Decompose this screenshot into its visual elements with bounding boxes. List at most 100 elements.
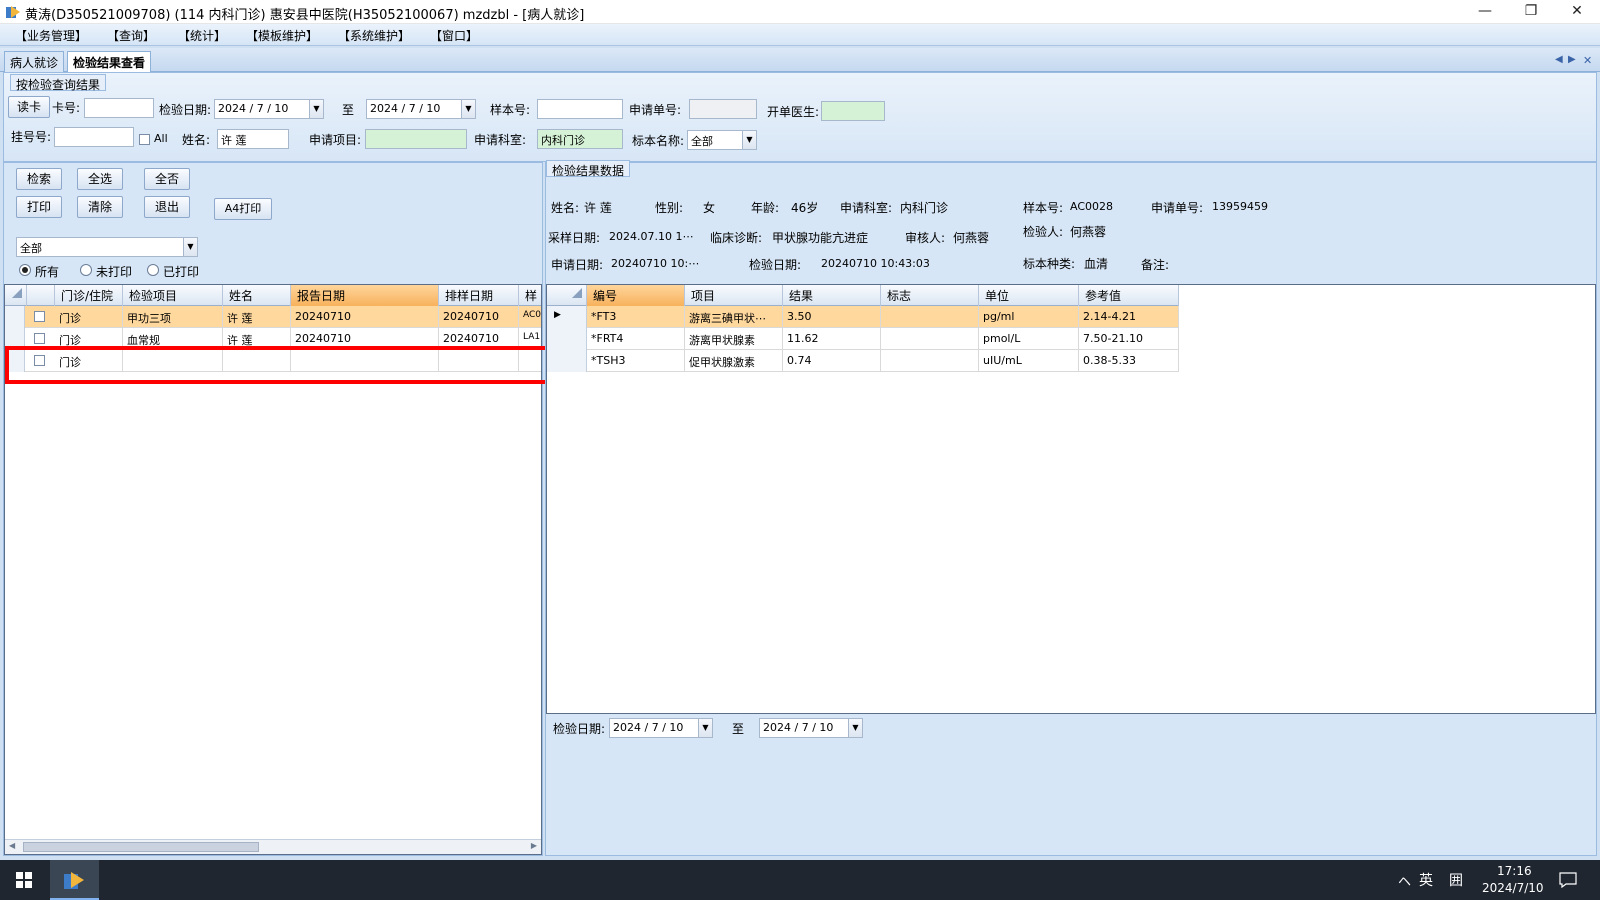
info-apply-label: 申请单号: (1151, 201, 1204, 215)
info-reviewer: 何燕蓉 (953, 231, 990, 245)
col-report-date[interactable]: 报告日期 (291, 285, 439, 306)
bottom-date-from-picker[interactable]: 2024 / 7 / 10 ▼ (609, 718, 713, 738)
select-none-button[interactable]: 全否 (144, 168, 190, 190)
minimize-button[interactable]: — (1462, 0, 1508, 24)
bottom-date-to-picker[interactable]: 2024 / 7 / 10 ▼ (759, 718, 863, 738)
col-test-item[interactable]: 检验项目 (123, 285, 223, 306)
col-flag[interactable]: 标志 (881, 285, 979, 306)
info-collect-label: 采样日期: (548, 231, 601, 245)
apply-no-input[interactable] (689, 99, 757, 119)
clear-button[interactable]: 清除 (77, 196, 123, 218)
menu-template[interactable]: 【模板维护】 (246, 27, 318, 44)
scroll-right-icon[interactable]: ▶ (531, 841, 537, 850)
info-collect: 2024.07.10 1⋯ (609, 230, 694, 243)
a4-print-button[interactable]: A4打印 (214, 198, 272, 220)
taskbar-app-button[interactable] (50, 860, 99, 900)
menu-window[interactable]: 【窗口】 (430, 27, 478, 44)
language-indicator[interactable]: 英 (1419, 870, 1433, 890)
col-item[interactable]: 项目 (685, 285, 783, 306)
current-row-icon: ▶ (554, 310, 561, 320)
date-from-picker[interactable]: 2024 / 7 / 10 ▼ (214, 99, 324, 119)
col-code[interactable]: 编号 (587, 285, 685, 306)
tab-lab-results[interactable]: 检验结果查看 (67, 51, 152, 72)
print-button[interactable]: 打印 (16, 196, 62, 218)
scroll-left-icon[interactable]: ◀ (9, 841, 15, 850)
name-input[interactable]: 许 莲 (217, 129, 289, 149)
horizontal-scrollbar[interactable]: ◀ ▶ (5, 839, 541, 854)
specimen-select[interactable]: 全部 ▼ (687, 130, 757, 150)
sample-input[interactable] (537, 99, 623, 119)
radio-printed-label: 已打印 (163, 265, 200, 279)
col-visit-type[interactable]: 门诊/住院 (55, 285, 123, 306)
info-test-date-label: 检验日期: (749, 258, 802, 272)
col-reference[interactable]: 参考值 (1079, 285, 1179, 306)
doctor-input[interactable] (821, 101, 885, 121)
apply-no-label: 申请单号: (629, 103, 682, 117)
table-row[interactable]: *TSH3 促甲状腺激素 0.74 uIU/mL 0.38-5.33 (547, 350, 1179, 372)
chevron-down-icon[interactable]: ▼ (698, 719, 712, 737)
row-checkbox[interactable] (34, 311, 45, 322)
reg-input[interactable] (54, 127, 134, 147)
clock-date[interactable]: 2024/7/10 (1482, 881, 1544, 895)
ime-mode-icon[interactable]: 囲 (1449, 870, 1463, 890)
col-sample-date[interactable]: 排样日期 (439, 285, 519, 306)
scroll-thumb[interactable] (23, 842, 259, 852)
title-bar: 黄涛(D350521009708) (114 内科门诊) 惠安县中医院(H350… (0, 0, 1600, 24)
tab-prev-icon[interactable]: ◀ (1555, 54, 1563, 65)
info-dept: 内科门诊 (900, 201, 949, 215)
tab-patient-visit[interactable]: 病人就诊 (4, 51, 65, 72)
exit-button[interactable]: 退出 (144, 196, 190, 218)
all-label: All (154, 132, 168, 145)
tray-chevron-icon[interactable]: ヘ (1398, 871, 1411, 890)
menu-statistics[interactable]: 【统计】 (178, 27, 226, 44)
col-sample[interactable]: 样 (519, 285, 541, 306)
table-row[interactable]: *FRT4 游离甲状腺素 11.62 pmol/L 7.50-21.10 (547, 328, 1179, 350)
close-button[interactable]: ✕ (1554, 0, 1600, 24)
table-row[interactable]: 门诊 甲功三项 许 莲 20240710 20240710 AC0 (5, 306, 541, 328)
radio-unprinted-label: 未打印 (96, 265, 133, 279)
read-card-button[interactable]: 读卡 (8, 96, 50, 118)
select-all-corner[interactable] (5, 285, 27, 306)
menu-system[interactable]: 【系统维护】 (338, 27, 410, 44)
info-tester: 何燕蓉 (1070, 225, 1107, 239)
chevron-down-icon[interactable]: ▼ (309, 100, 323, 118)
clock-time[interactable]: 17:16 (1497, 864, 1532, 878)
menu-business[interactable]: 【业务管理】 (15, 27, 87, 44)
select-all-corner[interactable] (547, 285, 587, 306)
col-name[interactable]: 姓名 (223, 285, 291, 306)
item-label: 申请项目: (309, 133, 362, 147)
info-name-label: 姓名: (551, 201, 580, 215)
card-input[interactable] (84, 98, 154, 118)
search-button[interactable]: 检索 (16, 168, 62, 190)
chevron-down-icon[interactable]: ▼ (461, 100, 475, 118)
chevron-down-icon[interactable]: ▼ (183, 238, 197, 256)
date-to-picker[interactable]: 2024 / 7 / 10 ▼ (366, 99, 476, 119)
select-all-button[interactable]: 全选 (77, 168, 123, 190)
row-highlight-box (5, 346, 552, 384)
tab-next-icon[interactable]: ▶ (1568, 54, 1576, 65)
dept-input[interactable]: 内科门诊 (537, 129, 623, 149)
windows-start-icon[interactable] (16, 872, 32, 888)
info-age: 46岁 (791, 201, 819, 215)
all-checkbox[interactable] (139, 134, 150, 145)
info-sex: 女 (703, 201, 716, 215)
notification-icon[interactable] (1559, 872, 1577, 888)
radio-unprinted[interactable] (80, 264, 92, 276)
print-filter-select[interactable]: 全部 ▼ (16, 237, 198, 257)
table-row[interactable]: ▶ *FT3 游离三碘甲状⋯ 3.50 pg/ml 2.14-4.21 (547, 306, 1179, 328)
item-input[interactable] (365, 129, 467, 149)
chevron-down-icon[interactable]: ▼ (848, 719, 862, 737)
radio-all[interactable] (19, 264, 31, 276)
col-unit[interactable]: 单位 (979, 285, 1079, 306)
result-list-panel: 检索 全选 全否 打印 清除 退出 A4打印 全部 ▼ 所有 未打印 已打印 门诊… (3, 162, 543, 856)
col-result[interactable]: 结果 (783, 285, 881, 306)
chevron-down-icon[interactable]: ▼ (742, 131, 756, 149)
row-checkbox[interactable] (34, 333, 45, 344)
info-sample: AC0028 (1070, 200, 1114, 213)
menu-query[interactable]: 【查询】 (107, 27, 155, 44)
restore-button[interactable]: ❐ (1508, 0, 1554, 24)
grid-header: 编号 项目 结果 标志 单位 参考值 (547, 285, 1179, 306)
radio-printed[interactable] (147, 264, 159, 276)
info-note-label: 备注: (1141, 258, 1170, 272)
tab-close-icon[interactable]: ✕ (1583, 54, 1592, 67)
